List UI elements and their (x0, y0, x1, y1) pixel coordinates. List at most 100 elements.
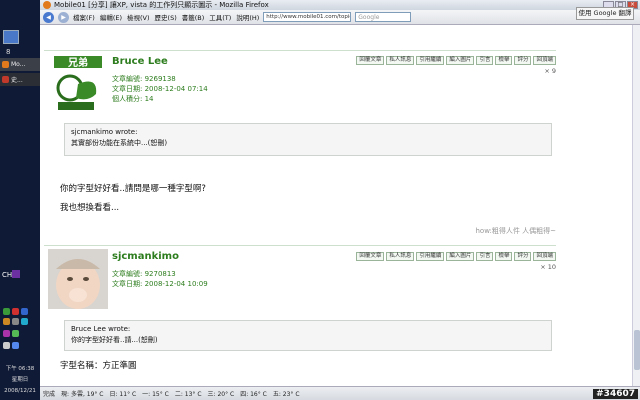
forum-post: 兄弟 Bruce Lee 文章編號: 9269138 文章日期: 2008-12… (44, 50, 556, 245)
taskbar-item-firefox[interactable]: Mo... (0, 58, 40, 71)
menu-bar: 檔案(F) 編輯(E) 檢視(V) 歷史(S) 書籤(B) 工具(T) 說明(H… (73, 12, 259, 22)
post-divider (44, 245, 556, 246)
quote-text: 其實部份功能在系統中...(恕刪) (71, 139, 168, 147)
top-button[interactable]: 回頂端 (533, 56, 556, 65)
tray-icon[interactable] (3, 308, 10, 315)
tray-icon[interactable] (21, 308, 28, 315)
menu-edit[interactable]: 編輯(E) (100, 12, 122, 22)
post-actions: 回覆文章 私人訊息 引用繼續 編入圖片 引言 檢舉 評分 回頂端 (356, 56, 556, 65)
status-text: 完成 (43, 391, 56, 398)
desktop-strip: 8 Mo... 史... CH 下午 06:38 星期日 2008/12/21 (0, 0, 40, 400)
forward-button[interactable]: ▶ (58, 11, 69, 23)
weather-item[interactable]: 日: 11° C (110, 389, 137, 398)
quote-block: Bruce Lee wrote: 你的字型好好看..請...(恕刪) (64, 320, 552, 351)
weather-item[interactable]: 一: 15° C (142, 389, 169, 398)
report-button[interactable]: 檢舉 (495, 56, 513, 65)
quote-author: Bruce Lee wrote: (71, 325, 131, 333)
post-date: 文章日期: 2008-12-04 07:14 (112, 85, 208, 93)
quote-button[interactable]: 引言 (476, 252, 494, 261)
menu-bookmarks[interactable]: 書籤(B) (182, 12, 205, 22)
post-username[interactable]: sjcmankimo (112, 251, 179, 262)
post-article-id: 文章編號: 9270813 (112, 270, 176, 278)
image-button[interactable]: 編入圖片 (446, 252, 475, 261)
weather-item[interactable]: 五: 23° C (273, 389, 300, 398)
post-username[interactable]: Bruce Lee (112, 56, 168, 67)
top-button[interactable]: 回頂端 (533, 252, 556, 261)
menu-tools[interactable]: 工具(T) (209, 12, 231, 22)
desktop-icon[interactable] (3, 30, 19, 44)
quote-block: sjcmankimo wrote: 其實部份功能在系統中...(恕刪) (64, 123, 552, 156)
menu-file[interactable]: 檔案(F) (73, 12, 95, 22)
message-button[interactable]: 私人訊息 (386, 252, 415, 261)
post-line: 你的字型好好看..請問是哪一種字型啊? (60, 184, 206, 194)
taskbar-item-other[interactable]: 史... (0, 73, 40, 86)
tray-icon[interactable] (12, 318, 19, 325)
tray-icon[interactable] (3, 318, 10, 325)
post-body: 字型名稱：方正準圓 (60, 359, 137, 374)
forum-post: sjcmankimo 文章編號: 9270813 文章日期: 2008-12-0… (44, 245, 556, 385)
tray-icon[interactable] (3, 330, 10, 337)
post-article-id: 文章編號: 9269138 (112, 75, 176, 83)
browser-window: Mobile01 [分享] 讓XP, vista 的工作列只顯示圖示 - Moz… (40, 0, 640, 400)
desktop-number: 8 (6, 48, 11, 56)
quote-author: sjcmankimo wrote: (71, 128, 138, 136)
reply-button[interactable]: 回覆文章 (356, 252, 385, 261)
rate-button[interactable]: 評分 (514, 56, 532, 65)
tray-icon[interactable] (3, 342, 10, 349)
status-bar: 完成 現: 多雲, 19° C 日: 11° C 一: 15° C 二: 13°… (40, 386, 640, 400)
message-button[interactable]: 私人訊息 (386, 56, 415, 65)
navigation-toolbar: ◀ ▶ 檔案(F) 編輯(E) 檢視(V) 歷史(S) 書籤(B) 工具(T) … (40, 10, 640, 25)
menu-history[interactable]: 歷史(S) (155, 12, 177, 22)
post-floor: × 10 (540, 263, 556, 271)
quote-continue-button[interactable]: 引用繼續 (416, 56, 445, 65)
post-floor: × 9 (544, 67, 556, 75)
watermark-badge: #34607 (593, 389, 638, 399)
back-button[interactable]: ◀ (43, 11, 54, 23)
image-button[interactable]: 編入圖片 (446, 56, 475, 65)
quote-button[interactable]: 引言 (476, 56, 494, 65)
weather-forecast: 現: 多雲, 19° C 日: 11° C 一: 15° C 二: 13° C … (61, 389, 300, 398)
report-button[interactable]: 檢舉 (495, 252, 513, 261)
google-translate-button[interactable]: 使用 Google 翻譯 (576, 7, 634, 20)
post-points: 個人積分: 14 (112, 95, 154, 103)
tray-icon[interactable] (21, 318, 28, 325)
scrollbar-thumb[interactable] (634, 330, 640, 370)
reply-button[interactable]: 回覆文章 (356, 56, 385, 65)
volume-icon[interactable] (12, 342, 19, 349)
quote-text: 你的字型好好看..請...(恕刪) (71, 336, 158, 344)
menu-view[interactable]: 檢視(V) (127, 12, 150, 22)
vertical-scrollbar[interactable] (632, 25, 640, 386)
title-bar: Mobile01 [分享] 讓XP, vista 的工作列只顯示圖示 - Moz… (40, 0, 640, 10)
post-signature: how:粗得人件 人偶粗得~ (475, 227, 556, 235)
post-body: 你的字型好好看..請問是哪一種字型啊? 我也想換看看... (60, 182, 206, 216)
clock-time[interactable]: 下午 06:38 (0, 364, 40, 372)
quote-continue-button[interactable]: 引用繼續 (416, 252, 445, 261)
search-input[interactable]: Google (355, 12, 412, 22)
weather-item[interactable]: 三: 20° C (208, 389, 235, 398)
menu-help[interactable]: 說明(H) (236, 12, 259, 22)
tray-icon[interactable] (12, 308, 19, 315)
address-bar[interactable]: http://www.mobile01.com/topicde (263, 12, 352, 22)
post-divider (44, 50, 556, 51)
post-line: 字型名稱：方正準圓 (60, 361, 137, 371)
weather-item[interactable]: 現: 多雲, 19° C (61, 389, 103, 398)
yahoo-icon[interactable] (12, 270, 20, 278)
post-line: 我也想換看看... (60, 203, 120, 213)
weather-item[interactable]: 四: 16° C (240, 389, 267, 398)
weather-item[interactable]: 二: 13° C (175, 389, 202, 398)
page-content: 兄弟 Bruce Lee 文章編號: 9269138 文章日期: 2008-12… (40, 25, 632, 386)
svg-text:兄弟: 兄弟 (67, 56, 88, 69)
clock-day: 星期日 (11, 377, 29, 383)
rate-button[interactable]: 評分 (514, 252, 532, 261)
app-icon (2, 76, 9, 83)
tray-icon[interactable] (12, 330, 19, 337)
avatar (48, 249, 108, 309)
language-indicator[interactable]: CH (2, 271, 12, 279)
firefox-icon (2, 61, 9, 68)
post-date: 文章日期: 2008-12-04 10:09 (112, 280, 208, 288)
clock-date: 2008/12/21 (4, 388, 36, 394)
post-actions: 回覆文章 私人訊息 引用繼續 編入圖片 引言 檢舉 評分 回頂端 (356, 252, 556, 261)
avatar: 兄弟 (48, 54, 108, 114)
firefox-icon (43, 1, 51, 9)
window-title: Mobile01 [分享] 讓XP, vista 的工作列只顯示圖示 - Moz… (54, 1, 269, 9)
